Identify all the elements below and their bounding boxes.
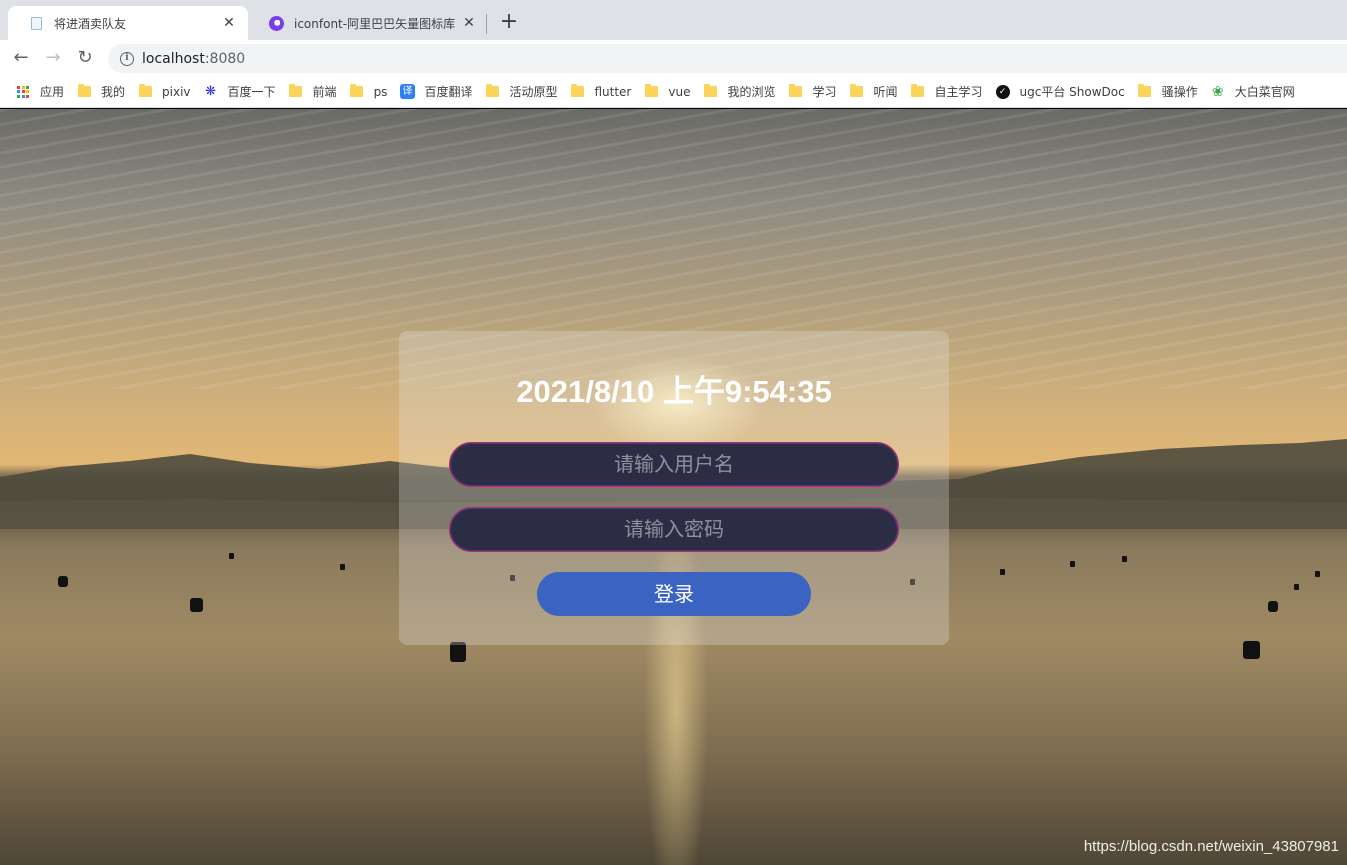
buoy (58, 576, 68, 587)
bookmark-label: 百度翻译 (424, 85, 473, 99)
bookmark-folder[interactable]: vue (640, 80, 699, 104)
folder-icon (848, 84, 864, 100)
buoy (1294, 584, 1299, 590)
folder-icon (349, 84, 365, 100)
folder-icon (288, 84, 304, 100)
folder-icon (569, 84, 585, 100)
bookmark-label: 我的 (101, 85, 126, 99)
bookmark-label: ps (373, 84, 388, 99)
bookmark-label: pixiv (162, 84, 191, 99)
site-info-icon[interactable]: i (120, 51, 134, 66)
buoy (190, 598, 203, 612)
username-input[interactable]: 请输入用户名 (449, 442, 899, 487)
bookmark-label: flutter (594, 84, 632, 99)
bookmarks-bar: 应用 我的 pixiv ❋ 百度一下 前端 ps 译百度翻译 活动原型 flutt… (0, 76, 1347, 108)
folder-icon (910, 84, 926, 100)
buoy (1243, 641, 1260, 659)
bookmark-folder[interactable]: 自主学习 (907, 80, 992, 104)
buoy (1315, 571, 1320, 577)
ugc-icon: ✓ (995, 84, 1011, 100)
tab-strip: 将进酒卖队友 ✕ iconfont-阿里巴巴矢量图标库 ✕ + (0, 0, 1347, 40)
baidu-icon: ❋ (205, 84, 216, 99)
bookmark-label: ugc平台 ShowDoc (1019, 85, 1125, 99)
bookmark-folder[interactable]: 我的 (73, 80, 134, 104)
bookmark-link[interactable]: ❀ 大白菜官网 (1207, 80, 1304, 104)
folder-icon (702, 84, 718, 100)
bookmark-label: 活动原型 (509, 85, 558, 99)
login-button[interactable]: 登录 (537, 572, 811, 616)
password-input[interactable]: 请输入密码 (449, 507, 899, 552)
forward-arrow-icon[interactable]: → (40, 45, 66, 71)
bookmark-label: 应用 (40, 85, 65, 99)
folder-icon (787, 84, 803, 100)
bookmark-label: 百度一下 (227, 85, 276, 99)
blog-watermark: https://blog.csdn.net/weixin_43807981 (1083, 838, 1339, 855)
bookmark-folder[interactable]: 听闻 (845, 80, 906, 104)
folder-icon (484, 84, 500, 100)
bookmark-link[interactable]: ✓ ugc平台 ShowDoc (992, 80, 1134, 104)
url-host: localhost (142, 50, 205, 67)
iconfont-icon (268, 15, 284, 31)
bookmark-apps[interactable]: 应用 (12, 80, 73, 104)
bookmark-label: 我的浏览 (727, 85, 776, 99)
folder-icon (1137, 84, 1153, 100)
new-tab-button[interactable]: + (498, 9, 520, 35)
bookmark-label: 前端 (312, 85, 337, 99)
apps-grid-icon (15, 84, 31, 100)
baidu-translate-icon: 译 (399, 84, 415, 100)
bookmark-link[interactable]: 译百度翻译 (396, 80, 481, 104)
buoy (340, 564, 345, 570)
dabaicai-icon: ❀ (1211, 83, 1224, 100)
bookmark-folder[interactable]: ps (346, 80, 397, 104)
buoy (1122, 556, 1127, 562)
page-icon (28, 15, 44, 31)
buoy (229, 553, 234, 559)
tab-divider (486, 14, 487, 34)
tab-title: iconfont-阿里巴巴矢量图标库 (294, 16, 456, 31)
folder-icon (643, 84, 659, 100)
bookmark-folder[interactable]: 学习 (784, 80, 845, 104)
bookmark-label: 听闻 (873, 85, 898, 99)
login-page-background: 2021/8/10 上午9:54:35 请输入用户名 请输入密码 登录 http… (0, 109, 1347, 865)
tab-active[interactable]: 将进酒卖队友 ✕ (8, 6, 248, 40)
buoy (1268, 601, 1278, 612)
buoy (1000, 569, 1005, 575)
browser-toolbar: ← → ↻ i localhost:8080 (0, 40, 1347, 76)
bookmark-label: 骚操作 (1161, 85, 1198, 99)
bookmark-folder[interactable]: 活动原型 (481, 80, 566, 104)
tab-close-icon[interactable]: ✕ (460, 15, 478, 31)
login-panel: 2021/8/10 上午9:54:35 请输入用户名 请输入密码 登录 (399, 331, 949, 645)
bookmark-label: 自主学习 (934, 85, 983, 99)
folder-icon (76, 84, 92, 100)
bookmark-folder[interactable]: pixiv (134, 80, 200, 104)
bookmark-label: 学习 (812, 85, 837, 99)
buoy (1070, 561, 1075, 567)
bookmark-label: 大白菜官网 (1234, 85, 1295, 99)
tab-title: 将进酒卖队友 (54, 16, 127, 31)
folder-icon (137, 84, 153, 100)
url-port: :8080 (204, 50, 246, 67)
tab-inactive[interactable]: iconfont-阿里巴巴矢量图标库 ✕ (248, 6, 488, 40)
address-bar[interactable]: i localhost:8080 (108, 44, 1347, 73)
bookmark-link[interactable]: ❋ 百度一下 (200, 80, 285, 104)
buoy (450, 642, 466, 662)
tab-close-icon[interactable]: ✕ (220, 15, 238, 31)
back-arrow-icon[interactable]: ← (8, 45, 34, 71)
bookmark-folder[interactable]: 我的浏览 (699, 80, 784, 104)
bookmark-folder[interactable]: 骚操作 (1134, 80, 1207, 104)
bookmark-folder[interactable]: flutter (566, 80, 640, 104)
reload-icon[interactable]: ↻ (72, 45, 98, 71)
clock-display: 2021/8/10 上午9:54:35 (516, 374, 832, 409)
bookmark-folder[interactable]: 前端 (285, 80, 346, 104)
bookmark-label: vue (668, 84, 691, 99)
